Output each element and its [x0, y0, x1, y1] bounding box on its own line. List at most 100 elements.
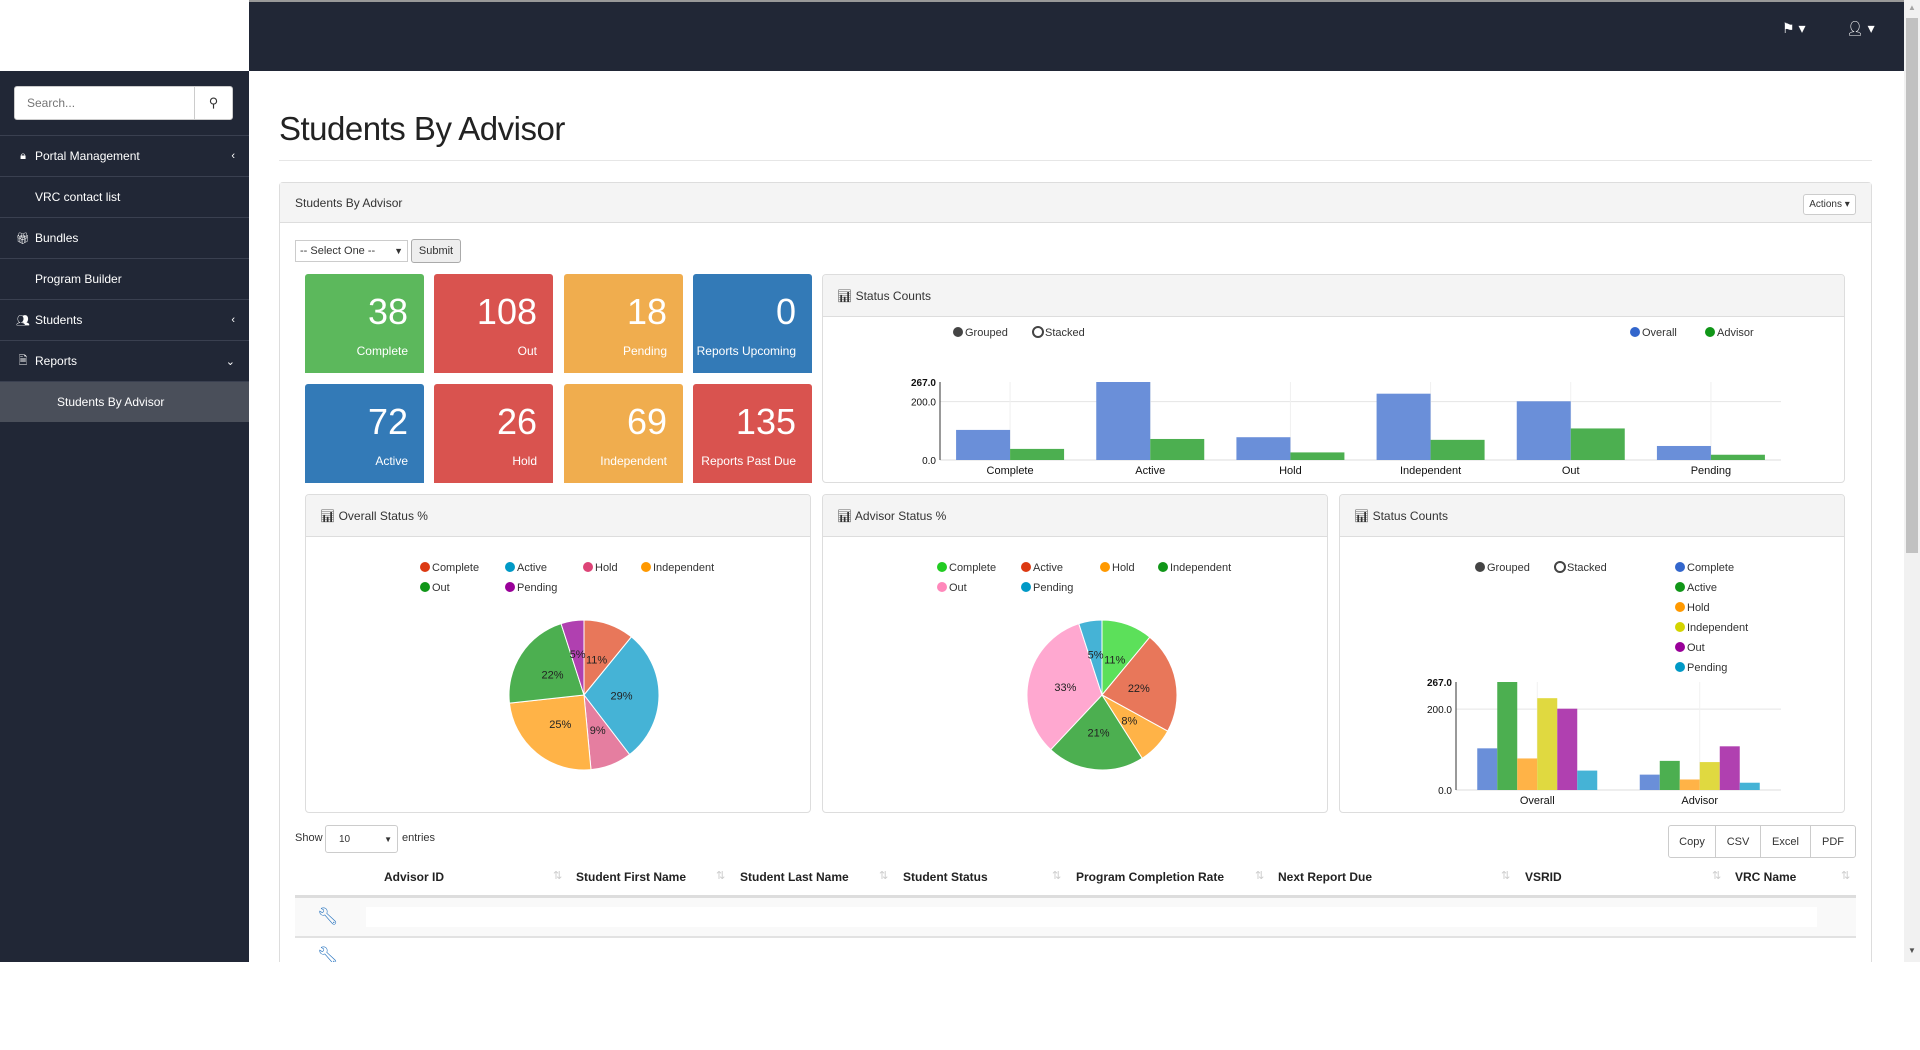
status-counts-panel: 📊︎ Status Counts Grouped Stacked Overall Ad… [822, 274, 1845, 483]
column-header[interactable]: Student First Name [576, 870, 686, 884]
stat-tile-pending[interactable]: 18 Pending [564, 274, 683, 373]
pdf-button[interactable]: PDF [1810, 825, 1856, 858]
tile-value: 135 [735, 401, 796, 442]
copy-button[interactable]: Copy [1668, 825, 1716, 858]
user-icon[interactable]: 👤︎ ▾ [1846, 20, 1875, 37]
stat-tile-active[interactable]: 72 Active [305, 384, 424, 483]
sort-icon[interactable]: ⇅ [716, 869, 725, 882]
column-header[interactable]: Advisor ID [384, 870, 444, 884]
mode-label: Stacked [1567, 562, 1607, 574]
slice-label: 29% [610, 691, 632, 703]
mode-label: Grouped [965, 327, 1008, 339]
sidebar-item-portal-management[interactable]: 🔒︎ Portal Management ‹ [0, 135, 249, 176]
stat-tile-hold[interactable]: 26 Hold [434, 384, 553, 483]
legend-label: Independent [1687, 622, 1748, 634]
x-tick-label: Pending [1691, 465, 1731, 477]
divider [279, 160, 1872, 161]
stat-tile-independent[interactable]: 69 Independent [564, 384, 683, 483]
bar-hold-overall [1517, 758, 1538, 790]
legend-marker [420, 582, 430, 592]
tile-label: Reports Past Due [701, 454, 796, 468]
table-row: 🔧︎ [295, 898, 1856, 938]
sort-icon[interactable]: ⇅ [879, 869, 888, 882]
slice-label: 22% [542, 670, 564, 682]
advisor-select[interactable]: -- Select One -- ▼ [295, 240, 408, 262]
sidebar-item-vrc-contact-list[interactable]: VRC contact list [0, 176, 249, 217]
sort-icon[interactable]: ⇅ [1501, 869, 1510, 882]
nav-label: Bundles [35, 231, 79, 245]
top-navbar: ⚑ ▾ 👤︎ ▾ [249, 0, 1904, 71]
stat-tile-complete[interactable]: 38 Complete [305, 274, 424, 373]
caret-down-icon: ▼ [384, 834, 392, 844]
y-tick-label: 200.0 [1427, 705, 1452, 716]
slice-label: 9% [590, 725, 606, 737]
legend-marker [937, 582, 947, 592]
bar-active-overall [1497, 682, 1518, 790]
slice-label: 11% [586, 655, 607, 667]
overall-status-panel: 📊︎ Overall Status % Complete Active Hold In… [305, 494, 811, 813]
legend-label: Active [1033, 562, 1063, 574]
legend-marker [505, 562, 515, 572]
scroll-up-icon[interactable]: ▲ [1908, 3, 1916, 12]
bar-advisor-out [1570, 428, 1625, 460]
row-filter-input[interactable] [366, 907, 1817, 927]
status-counts-panel-2: 📊︎ Status Counts Grouped Stacked Complete A… [1339, 494, 1845, 813]
stat-tile-out[interactable]: 108 Out [434, 274, 553, 373]
chevron-down-icon: ⌄ [225, 355, 235, 368]
column-header[interactable]: Student Last Name [740, 870, 849, 884]
column-header[interactable]: VSRID [1525, 870, 1562, 884]
actions-dropdown[interactable]: Actions ▾ [1803, 194, 1856, 215]
nav-label: Reports [35, 354, 78, 368]
entries-value: 10 [339, 833, 351, 845]
excel-button[interactable]: Excel [1760, 825, 1811, 858]
column-header[interactable]: VRC Name [1735, 870, 1796, 884]
x-tick-label: Complete [987, 465, 1034, 477]
x-tick-label: Overall [1520, 795, 1555, 807]
legend-marker [1158, 562, 1168, 572]
wrench-icon[interactable]: 🔧︎ [317, 907, 339, 927]
scrollbar[interactable]: ▲ ▼ [1904, 0, 1920, 962]
entries-select[interactable]: 10 ▼ [325, 825, 398, 853]
submit-button[interactable]: Submit [411, 239, 461, 263]
y-tick-label: 200.0 [911, 398, 936, 409]
stat-tile-reports-upcoming[interactable]: 0 Reports Upcoming [693, 274, 812, 373]
wrench-icon[interactable]: 🔧︎ [317, 946, 339, 962]
legend-label: Overall [1642, 327, 1677, 339]
nav-label: Portal Management [35, 149, 140, 163]
slice-label: 25% [549, 719, 571, 731]
legend-label: Complete [949, 562, 996, 574]
sort-icon[interactable]: ⇅ [1712, 869, 1721, 882]
nav-label: Students By Advisor [57, 395, 165, 409]
legend-marker [1675, 582, 1685, 592]
column-header[interactable]: Next Report Due [1278, 870, 1372, 884]
sort-icon[interactable]: ⇅ [553, 869, 562, 882]
sidebar-item-bundles[interactable]: 🎁︎ Bundles [0, 217, 249, 258]
nav-label: VRC contact list [35, 190, 121, 204]
lock-icon: 🔒︎ [20, 149, 26, 162]
scroll-down-icon[interactable]: ▼ [1908, 946, 1916, 955]
csv-button[interactable]: CSV [1715, 825, 1761, 858]
tile-value: 108 [476, 291, 537, 332]
legend-label: Out [1687, 642, 1705, 654]
sort-icon[interactable]: ⇅ [1841, 869, 1850, 882]
column-header[interactable]: Student Status [903, 870, 988, 884]
sidebar-item-students-by-advisor[interactable]: Students By Advisor [0, 381, 249, 422]
tile-label: Reports Upcoming [696, 344, 796, 358]
tile-value: 26 [496, 401, 537, 442]
bar-complete-overall [1477, 748, 1498, 790]
mode-radio-stacked [1554, 561, 1566, 573]
sidebar-item-students[interactable]: 👥︎ Students ‹ [0, 299, 249, 340]
scrollbar-thumb[interactable] [1906, 18, 1918, 553]
column-header[interactable]: Program Completion Rate [1076, 870, 1224, 884]
select-value: -- Select One -- [300, 245, 376, 257]
legend-label: Independent [653, 562, 714, 574]
search-input[interactable] [15, 87, 194, 119]
sidebar-item-program-builder[interactable]: Program Builder [0, 258, 249, 299]
search-button[interactable]: ⚲ [194, 87, 232, 119]
sort-icon[interactable]: ⇅ [1052, 869, 1061, 882]
sidebar-item-reports[interactable]: 🗎︎ Reports ⌄ [0, 340, 249, 381]
stat-tile-reports-past-due[interactable]: 135 Reports Past Due [693, 384, 812, 483]
flag-icon[interactable]: ⚑ ▾ [1782, 20, 1805, 37]
sort-icon[interactable]: ⇅ [1255, 869, 1264, 882]
bar-independent-advisor [1699, 762, 1720, 790]
